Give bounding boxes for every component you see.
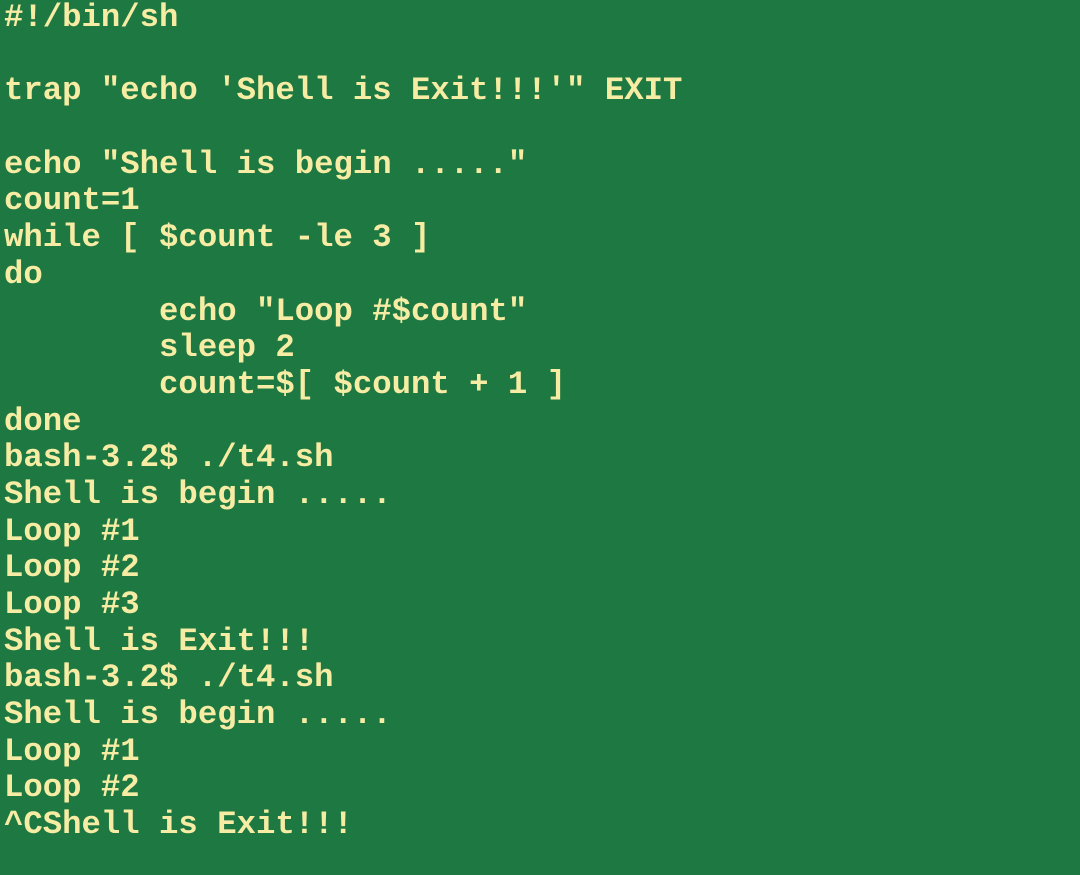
terminal-line: Shell is Exit!!! [4,622,315,660]
terminal-output[interactable]: #!/bin/sh trap "echo 'Shell is Exit!!!'" … [4,0,1080,844]
terminal-line: #!/bin/sh [4,0,179,36]
terminal-line: ^CShell is Exit!!! [4,806,353,844]
terminal-line: Shell is begin ..... [4,696,392,734]
terminal-line: while [ $count -le 3 ] [4,219,431,257]
terminal-line: Loop #1 [4,732,140,770]
terminal-line: bash-3.2$ ./t4.sh [4,659,334,697]
terminal-line: trap "echo 'Shell is Exit!!!'" EXIT [4,72,683,110]
terminal-line: bash-3.2$ ./t4.sh [4,439,334,477]
terminal-line: Loop #2 [4,549,140,587]
terminal-line: echo "Shell is begin ....." [4,145,528,183]
terminal-line: count=1 [4,182,140,220]
terminal-line: count=$[ $count + 1 ] [4,365,567,403]
terminal-line: do [4,255,43,293]
terminal-line: Loop #2 [4,769,140,807]
terminal-line: echo "Loop #$count" [4,292,528,330]
terminal-line: done [4,402,82,440]
terminal-line: Shell is begin ..... [4,475,392,513]
terminal-line: Loop #3 [4,586,140,623]
terminal-line: sleep 2 [4,329,295,367]
terminal-line: Loop #1 [4,512,140,550]
